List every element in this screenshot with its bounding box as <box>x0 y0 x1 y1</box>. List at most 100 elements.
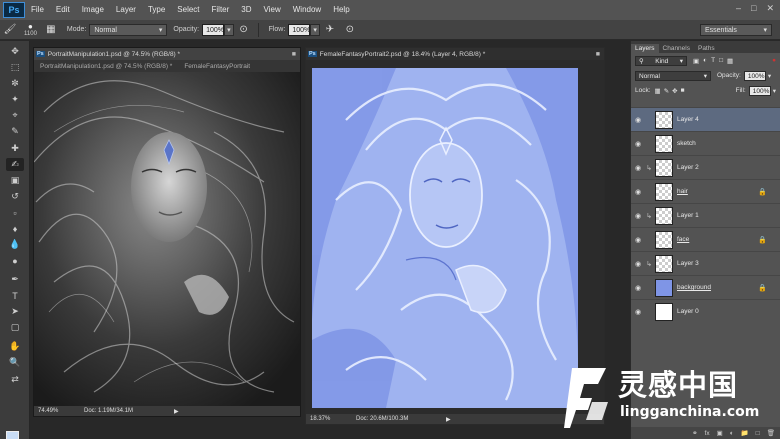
layer-thumbnail[interactable] <box>655 182 673 201</box>
layer-thumbnail[interactable] <box>655 134 673 153</box>
paint-bucket-tool-icon[interactable]: ♦ <box>6 222 24 235</box>
filter-smart-icon[interactable]: ▦ <box>727 57 733 65</box>
layer-thumbnail[interactable] <box>655 230 673 249</box>
visibility-eye-icon[interactable]: ◉ <box>631 308 645 316</box>
airbrush-icon[interactable]: ✈ <box>323 23 337 37</box>
layer-row[interactable]: ◉ ↳ Layer 2 <box>631 155 780 179</box>
brush-size-picker[interactable]: ● 1100 <box>24 22 37 37</box>
brush-panel-toggle-icon[interactable]: ▦ <box>44 23 58 37</box>
layer-name[interactable]: Layer 3 <box>677 260 699 267</box>
chevron-down-icon[interactable]: ▾ <box>768 72 771 80</box>
flow-input[interactable]: 100% <box>288 23 311 36</box>
chevron-down-icon[interactable]: ▾ <box>773 87 776 95</box>
portrait-photo-canvas[interactable] <box>34 72 300 406</box>
brush-tool-preset-icon[interactable]: 🖌 <box>3 23 17 37</box>
menu-layer[interactable]: Layer <box>110 0 142 20</box>
layer-row[interactable]: ◉ hair 🔒 <box>631 179 780 203</box>
opacity-input[interactable]: 100% <box>202 23 225 36</box>
marquee-tool-icon[interactable]: ⬚ <box>6 61 24 74</box>
layer-row[interactable]: ◉ sketch <box>631 131 780 155</box>
layer-thumbnail[interactable] <box>655 158 673 177</box>
lasso-tool-icon[interactable]: ✼ <box>6 77 24 90</box>
tab-paths[interactable]: Paths <box>694 44 719 53</box>
layer-name[interactable]: sketch <box>677 140 696 147</box>
layer-name[interactable]: background <box>677 284 711 291</box>
swap-colors-icon[interactable]: ⇄ <box>6 373 24 386</box>
layer-row[interactable]: ◉ ↳ Layer 3 <box>631 251 780 275</box>
close-icon[interactable]: ✕ <box>766 3 774 14</box>
opacity-slider-toggle[interactable]: ▾ <box>224 23 234 36</box>
menu-type[interactable]: Type <box>142 0 171 20</box>
filter-toggle-icon[interactable]: ● <box>772 57 776 64</box>
layer-name[interactable]: Layer 0 <box>677 308 699 315</box>
maximize-icon[interactable]: □ <box>751 3 756 14</box>
filter-adjust-icon[interactable]: ◐ <box>703 57 707 64</box>
pressure-size-icon[interactable]: ⊙ <box>343 23 357 37</box>
visibility-eye-icon[interactable]: ◉ <box>631 284 645 292</box>
visibility-eye-icon[interactable]: ◉ <box>631 188 645 196</box>
flow-slider-toggle[interactable]: ▾ <box>310 23 320 36</box>
blur-tool-icon[interactable]: 💧 <box>6 238 24 251</box>
layer-row[interactable]: ◉ Layer 0 <box>631 299 780 323</box>
menu-file[interactable]: File <box>25 0 50 20</box>
status-menu-arrow-icon[interactable]: ▶ <box>174 408 179 415</box>
menu-select[interactable]: Select <box>171 0 205 20</box>
brush-tool-icon[interactable]: ✍ <box>6 158 24 171</box>
layer-row[interactable]: ◉ face 🔒 <box>631 227 780 251</box>
lock-all-icon[interactable]: ■ <box>681 87 685 94</box>
eyedropper-tool-icon[interactable]: ✎ <box>6 125 24 138</box>
status-menu-arrow-icon[interactable]: ▶ <box>446 416 451 423</box>
menu-view[interactable]: View <box>258 0 287 20</box>
zoom-level[interactable]: 74.49% <box>38 408 84 414</box>
hand-tool-icon[interactable]: ✋ <box>6 340 24 353</box>
menu-help[interactable]: Help <box>327 0 355 20</box>
foreground-color-swatch[interactable] <box>6 431 19 439</box>
layer-thumbnail[interactable] <box>655 110 673 129</box>
pen-tool-icon[interactable]: ✒ <box>6 273 24 286</box>
filter-image-icon[interactable]: ▣ <box>693 57 699 65</box>
document-titlebar[interactable]: Ps PortraitManipulation1.psd @ 74.5% (RG… <box>34 48 300 60</box>
layer-thumbnail[interactable] <box>655 254 673 273</box>
dodge-tool-icon[interactable]: ● <box>6 254 24 267</box>
path-selection-tool-icon[interactable]: ➤ <box>6 305 24 318</box>
layer-thumbnail[interactable] <box>655 302 673 321</box>
lock-pixels-icon[interactable]: ✎ <box>664 87 669 95</box>
visibility-eye-icon[interactable]: ◉ <box>631 236 645 244</box>
minimize-icon[interactable]: – <box>736 3 741 14</box>
visibility-eye-icon[interactable]: ◉ <box>631 260 645 268</box>
close-icon[interactable]: ■ <box>292 51 296 58</box>
layer-row[interactable]: ◉ Layer 4 <box>631 107 780 131</box>
menu-3d[interactable]: 3D <box>235 0 257 20</box>
healing-brush-tool-icon[interactable]: ✚ <box>6 142 24 155</box>
menu-filter[interactable]: Filter <box>206 0 236 20</box>
layer-thumbnail[interactable] <box>655 278 673 297</box>
tab-female-fantasy-portrait[interactable]: FemaleFantasyPortrait <box>178 63 256 70</box>
layer-thumbnail[interactable] <box>655 206 673 225</box>
layer-name[interactable]: Layer 1 <box>677 212 699 219</box>
layer-name[interactable]: hair <box>677 188 688 195</box>
type-tool-icon[interactable]: T <box>6 289 24 302</box>
color-swatches[interactable] <box>6 431 26 439</box>
visibility-eye-icon[interactable]: ◉ <box>631 140 645 148</box>
layer-name[interactable]: Layer 4 <box>677 116 699 123</box>
eraser-tool-icon[interactable]: ▫ <box>6 206 24 219</box>
layer-opacity-input[interactable]: 100% <box>743 70 766 81</box>
rectangle-tool-icon[interactable]: ▢ <box>6 321 24 334</box>
close-icon[interactable]: ■ <box>596 51 600 58</box>
filter-shape-icon[interactable]: □ <box>719 57 723 64</box>
blend-mode-dropdown[interactable]: Normal ▾ <box>635 70 711 81</box>
tab-layers[interactable]: Layers <box>631 44 659 53</box>
menu-edit[interactable]: Edit <box>50 0 76 20</box>
move-tool-icon[interactable]: ✥ <box>6 45 24 58</box>
zoom-tool-icon[interactable]: 🔍 <box>6 356 24 369</box>
menu-window[interactable]: Window <box>287 0 327 20</box>
visibility-eye-icon[interactable]: ◉ <box>631 164 645 172</box>
mode-dropdown[interactable]: Normal ▾ <box>89 23 168 36</box>
layer-row[interactable]: ◉ ↳ Layer 1 <box>631 203 780 227</box>
pressure-opacity-icon[interactable]: ⊙ <box>237 23 251 37</box>
filter-kind-dropdown[interactable]: ⚲ Kind ▾ <box>635 55 687 66</box>
layer-name[interactable]: Layer 2 <box>677 164 699 171</box>
workspace-dropdown[interactable]: Essentials ▾ <box>700 24 772 36</box>
tab-channels[interactable]: Channels <box>659 44 694 53</box>
fill-input[interactable]: 100% <box>748 85 771 96</box>
